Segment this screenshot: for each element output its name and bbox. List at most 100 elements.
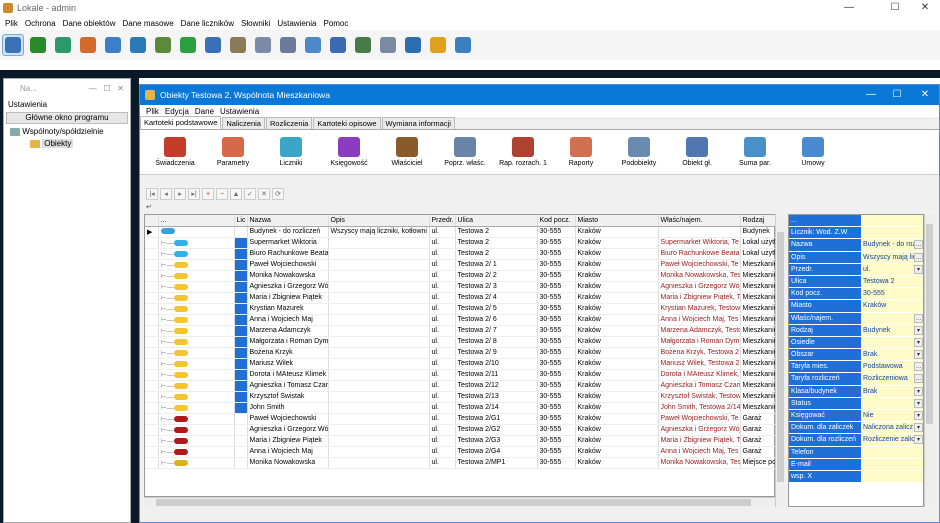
grid-cell[interactable]: Anna i Wojciech Maj xyxy=(247,314,329,326)
grid-cell[interactable]: Kraków xyxy=(575,336,659,348)
window-menu-item-2[interactable]: Dane xyxy=(195,107,214,116)
property-value[interactable]: ... xyxy=(861,312,923,324)
grid-cell[interactable]: 30-555 xyxy=(537,325,576,337)
grid-cell[interactable]: 30-555 xyxy=(537,391,576,403)
grid-cell[interactable] xyxy=(328,237,430,249)
grid-cell[interactable]: Testowa 2 xyxy=(455,237,538,249)
grid-cell[interactable]: Kraków xyxy=(575,259,659,271)
property-value[interactable]: ul. ▾ xyxy=(861,263,923,275)
grid-cell[interactable]: Kraków xyxy=(575,270,659,282)
grid-cell[interactable]: Kraków xyxy=(575,391,659,403)
grid-cell[interactable]: Maria i Zbigniew Piątek xyxy=(247,292,329,304)
grid-cell[interactable]: 30-555 xyxy=(537,446,576,458)
grid-cell[interactable]: 30-555 xyxy=(537,358,576,370)
grid-cell[interactable] xyxy=(328,380,430,392)
table-row[interactable]: ⊢— Marzena Adamczyk ul. Testowa 2/ 7 30-555 K… xyxy=(145,325,777,337)
grid-cell[interactable] xyxy=(234,402,248,414)
nav-button-3[interactable]: ▸| xyxy=(188,188,200,200)
grid-cell[interactable]: Testowa 2/G3 xyxy=(455,435,538,447)
properties-scrollbar[interactable] xyxy=(924,214,934,507)
grid-cell[interactable] xyxy=(328,303,430,315)
grid-cell[interactable]: Kraków xyxy=(575,347,659,359)
grid-cell[interactable]: Wszyscy mają liczniki, kotłowni xyxy=(328,226,430,238)
grid-cell[interactable] xyxy=(328,446,430,458)
grid-cell[interactable]: Kraków xyxy=(575,369,659,381)
window-maximize-button[interactable]: ☐ xyxy=(884,87,910,103)
grid-cell[interactable]: Mieszkanie xyxy=(740,347,777,359)
row-indicator[interactable] xyxy=(145,248,159,260)
grid-cell[interactable] xyxy=(234,237,248,249)
grid-cell[interactable]: Garaż xyxy=(740,435,777,447)
grid-cell[interactable]: Miejsce pos xyxy=(740,457,777,469)
toolbar-button-6[interactable]: Rap. rozrach. 1 xyxy=(494,130,552,174)
grid-cell[interactable]: ul. xyxy=(429,292,456,304)
table-row[interactable]: ⊢— Krystian Mazurek ul. Testowa 2/ 5 30-555 K… xyxy=(145,303,777,315)
folder-icon[interactable] xyxy=(402,34,424,56)
grid-cell[interactable]: Kraków xyxy=(575,314,659,326)
table-row[interactable]: ⊢— Dorota i MAteusz Klimek ul. Testowa 2/11… xyxy=(145,369,777,381)
grid-cell[interactable] xyxy=(234,347,248,359)
grid-cell[interactable]: Garaż xyxy=(740,446,777,458)
grid-cell[interactable]: Dorota i MAteusz Klimek xyxy=(247,369,329,381)
property-value[interactable] xyxy=(861,470,923,483)
table-row[interactable]: ⊢— Monika Nowakowska ul. Testowa 2/ 2 30-555… xyxy=(145,270,777,282)
grid-cell[interactable]: Maria i Zbigniew Piątek, T xyxy=(658,292,741,304)
grid-cell[interactable]: Monika Nowakowska xyxy=(247,457,329,469)
property-value[interactable]: Budynek ▾ xyxy=(861,324,923,336)
box-icon[interactable] xyxy=(327,34,349,56)
grid-cell[interactable]: John Smith xyxy=(247,402,329,414)
table-row[interactable]: ⊢— Agnieszka i Tomasz Czarn ul. Testowa 2/1… xyxy=(145,380,777,392)
grid-cell[interactable] xyxy=(328,336,430,348)
grid-cell[interactable] xyxy=(234,281,248,293)
dropdown-button[interactable]: ▾ xyxy=(914,350,923,360)
grid-cell[interactable]: Testowa 2/ 1 xyxy=(455,259,538,271)
chart-icon[interactable] xyxy=(302,34,324,56)
tab-3[interactable]: Kartoteki opisowe xyxy=(313,117,381,129)
grid-cell[interactable]: ul. xyxy=(429,457,456,469)
ellipsis-button[interactable]: ... xyxy=(914,252,923,262)
nav-button-0[interactable]: |◂ xyxy=(146,188,158,200)
grid-cell[interactable]: ul. xyxy=(429,226,456,238)
grid-cell[interactable]: Testowa 2/14 xyxy=(455,402,538,414)
row-indicator[interactable] xyxy=(145,270,159,282)
property-value[interactable]: Kraków xyxy=(861,300,923,312)
grid-cell[interactable]: Anna i Wojciech Maj, Tes xyxy=(658,446,741,458)
grid-cell[interactable]: 30-555 xyxy=(537,259,576,271)
property-value[interactable] xyxy=(861,458,923,470)
grid-cell[interactable]: ul. xyxy=(429,402,456,414)
grid-cell[interactable]: 30-555 xyxy=(537,369,576,381)
property-value[interactable]: Budynek - do rozliczeń... xyxy=(861,239,923,251)
grid-cell[interactable]: Testowa 2/MP1 xyxy=(455,457,538,469)
grid-cell[interactable]: Mariusz Wilek, Testowa 2 xyxy=(658,358,741,370)
grid-cell[interactable]: Agnieszka i Grzegorz Wój xyxy=(658,281,741,293)
row-indicator[interactable] xyxy=(145,281,159,293)
grid-cell[interactable]: ul. xyxy=(429,380,456,392)
grid-vertical-scrollbar[interactable] xyxy=(775,214,785,507)
ellipsis-button[interactable]: ... xyxy=(914,362,923,372)
grid-cell[interactable]: Kraków xyxy=(575,435,659,447)
stack-icon[interactable] xyxy=(352,34,374,56)
grid-cell[interactable]: Lokal użytk xyxy=(740,237,777,249)
minimize-button[interactable]: — xyxy=(836,0,862,16)
grid-cell[interactable]: Mieszkanie xyxy=(740,391,777,403)
property-value[interactable]: Testowa 2 xyxy=(861,275,923,288)
bell-icon[interactable] xyxy=(427,34,449,56)
nav-button-4[interactable]: + xyxy=(202,188,214,200)
grid-cell[interactable]: ul. xyxy=(429,303,456,315)
grid-cell[interactable]: Agnieszka i Tomasz Czarn xyxy=(247,380,329,392)
toolbar-button-4[interactable]: Właściciel xyxy=(378,130,436,174)
grid-cell[interactable]: ul. xyxy=(429,358,456,370)
grid-cell[interactable]: Małgorzata i Roman Dym xyxy=(247,336,329,348)
grid-cell[interactable] xyxy=(234,369,248,381)
grid-cell[interactable]: Supermarket Wiktoria xyxy=(247,237,329,249)
grid-cell[interactable]: Kraków xyxy=(575,380,659,392)
grid-cell[interactable]: ul. xyxy=(429,314,456,326)
property-value[interactable] xyxy=(861,446,923,458)
grid-cell[interactable]: 30-555 xyxy=(537,347,576,359)
grid-cell[interactable] xyxy=(234,413,248,425)
grid-cell[interactable]: ul. xyxy=(429,413,456,425)
maximize-button[interactable]: ☐ xyxy=(882,0,908,16)
grid-cell[interactable] xyxy=(328,424,430,436)
property-value[interactable] xyxy=(861,215,923,227)
grid-cell[interactable]: Mieszkanie xyxy=(740,336,777,348)
